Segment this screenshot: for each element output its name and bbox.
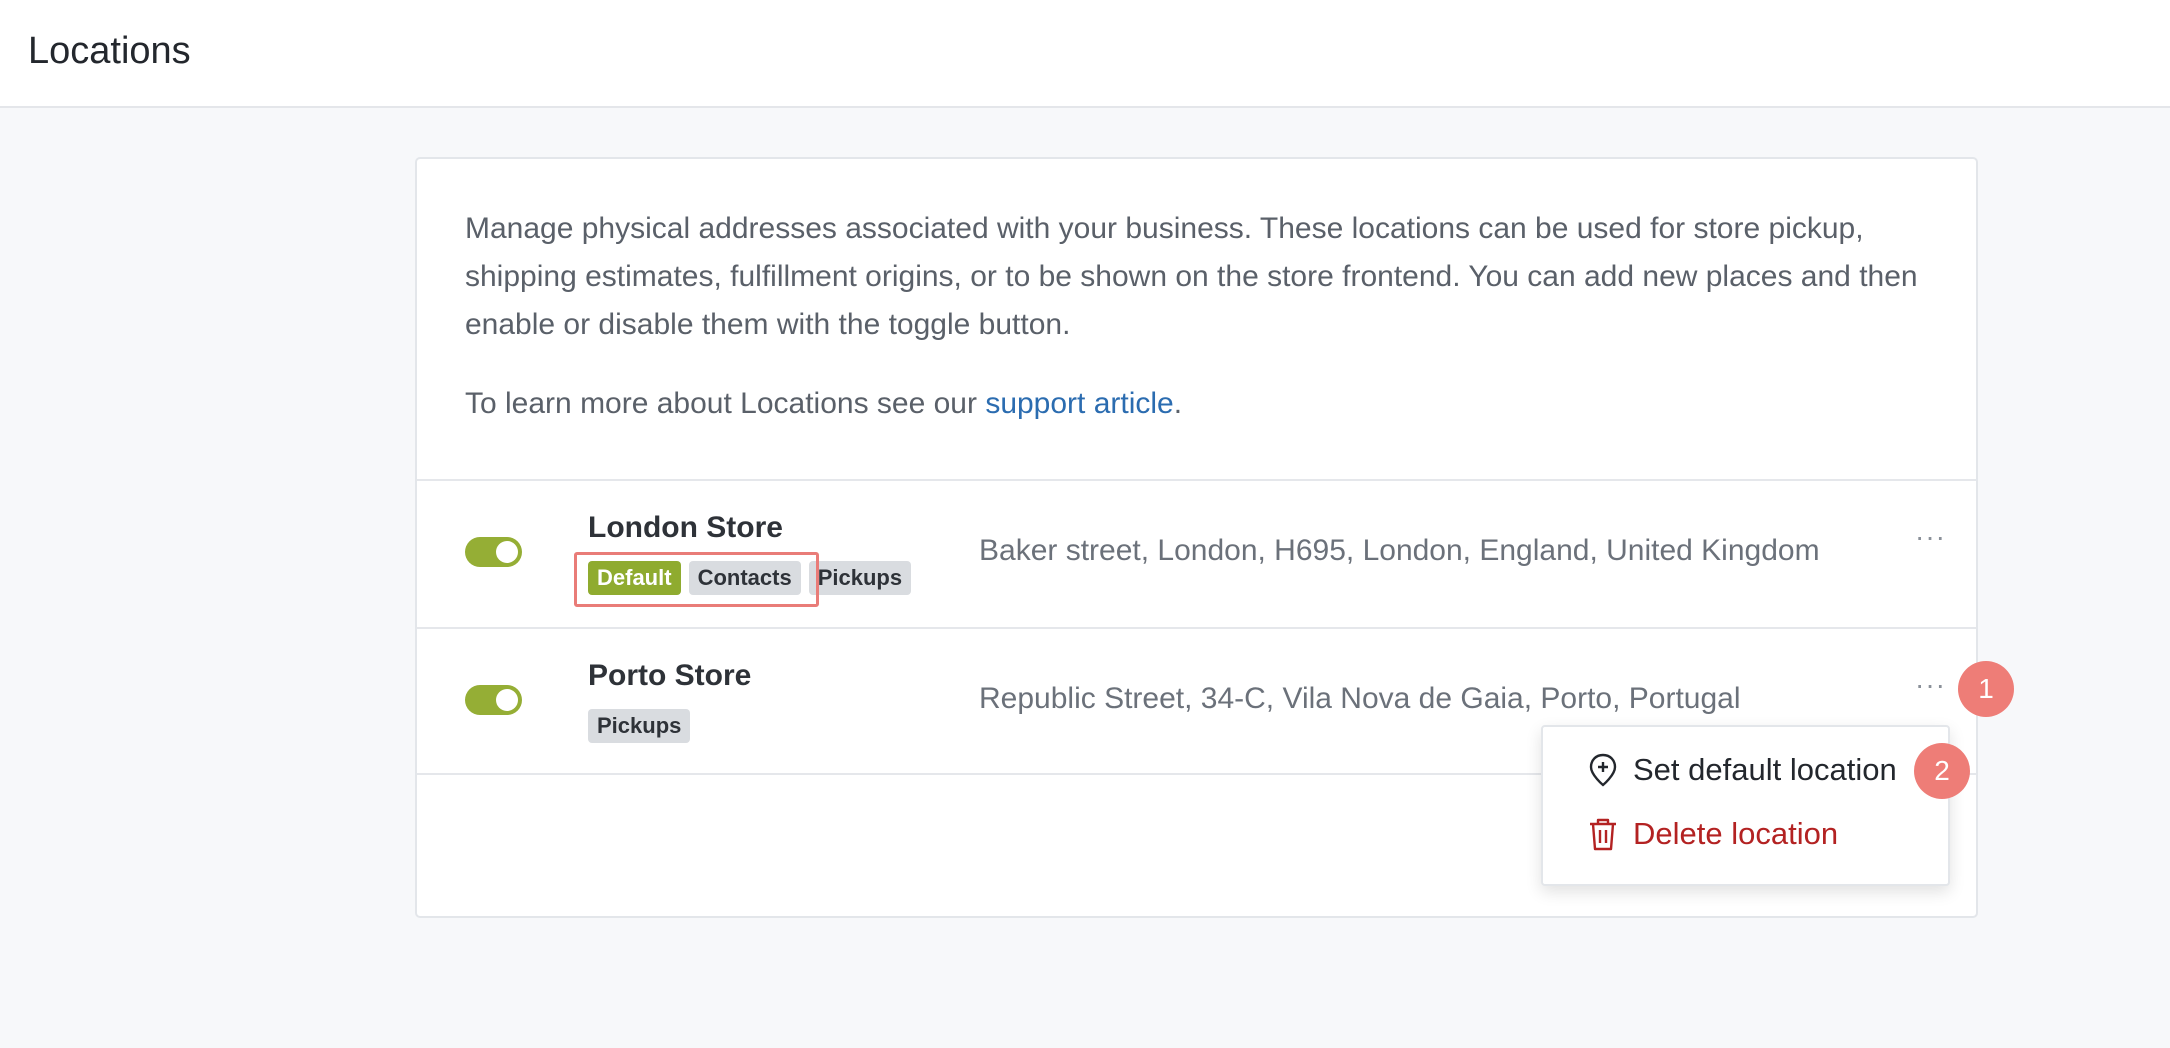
annotation-marker-1: 1	[1958, 661, 2014, 717]
page-title: Locations	[28, 30, 191, 72]
location-pin-plus-icon	[1589, 753, 1617, 787]
top-bar: Locations	[0, 0, 2170, 108]
annotation-marker-2: 2	[1914, 743, 1970, 799]
learn-more-text: To learn more about Locations see our su…	[465, 380, 1935, 428]
location-name: Porto Store	[588, 659, 752, 692]
location-address: Baker street, London, H695, London, Engl…	[979, 534, 1820, 567]
delete-location-menu-item[interactable]: Delete location	[1587, 816, 1838, 852]
toggle-knob	[496, 541, 518, 563]
location-address: Republic Street, 34-C, Vila Nova de Gaia…	[979, 682, 1741, 715]
intro-section: Manage physical addresses associated wit…	[465, 205, 1935, 428]
more-options-button[interactable]: ···	[1915, 523, 1951, 551]
trash-icon	[1590, 818, 1616, 851]
pickups-badge: Pickups	[808, 561, 912, 595]
set-default-location-label: Set default location	[1633, 752, 1897, 787]
location-row: London Store Default Contacts Pickups Ba…	[417, 479, 1976, 627]
delete-location-label: Delete location	[1633, 816, 1839, 851]
intro-description: Manage physical addresses associated wit…	[465, 212, 1918, 341]
annotation-highlight-box	[574, 552, 819, 607]
learn-more-suffix: .	[1173, 387, 1183, 420]
pickups-badge: Pickups	[588, 709, 691, 743]
more-options-button[interactable]: ···	[1915, 671, 1951, 699]
support-article-link[interactable]: support article	[985, 387, 1173, 420]
location-enabled-toggle[interactable]	[465, 537, 522, 567]
set-default-location-menu-item[interactable]: Set default location	[1587, 752, 1897, 788]
learn-more-prefix: To learn more about Locations see our	[465, 387, 986, 420]
location-actions-menu: Set default location Delete location	[1541, 725, 1950, 886]
location-badges: Pickups	[588, 709, 691, 743]
toggle-knob	[496, 689, 518, 711]
location-enabled-toggle[interactable]	[465, 685, 522, 715]
location-name: London Store	[588, 511, 783, 544]
